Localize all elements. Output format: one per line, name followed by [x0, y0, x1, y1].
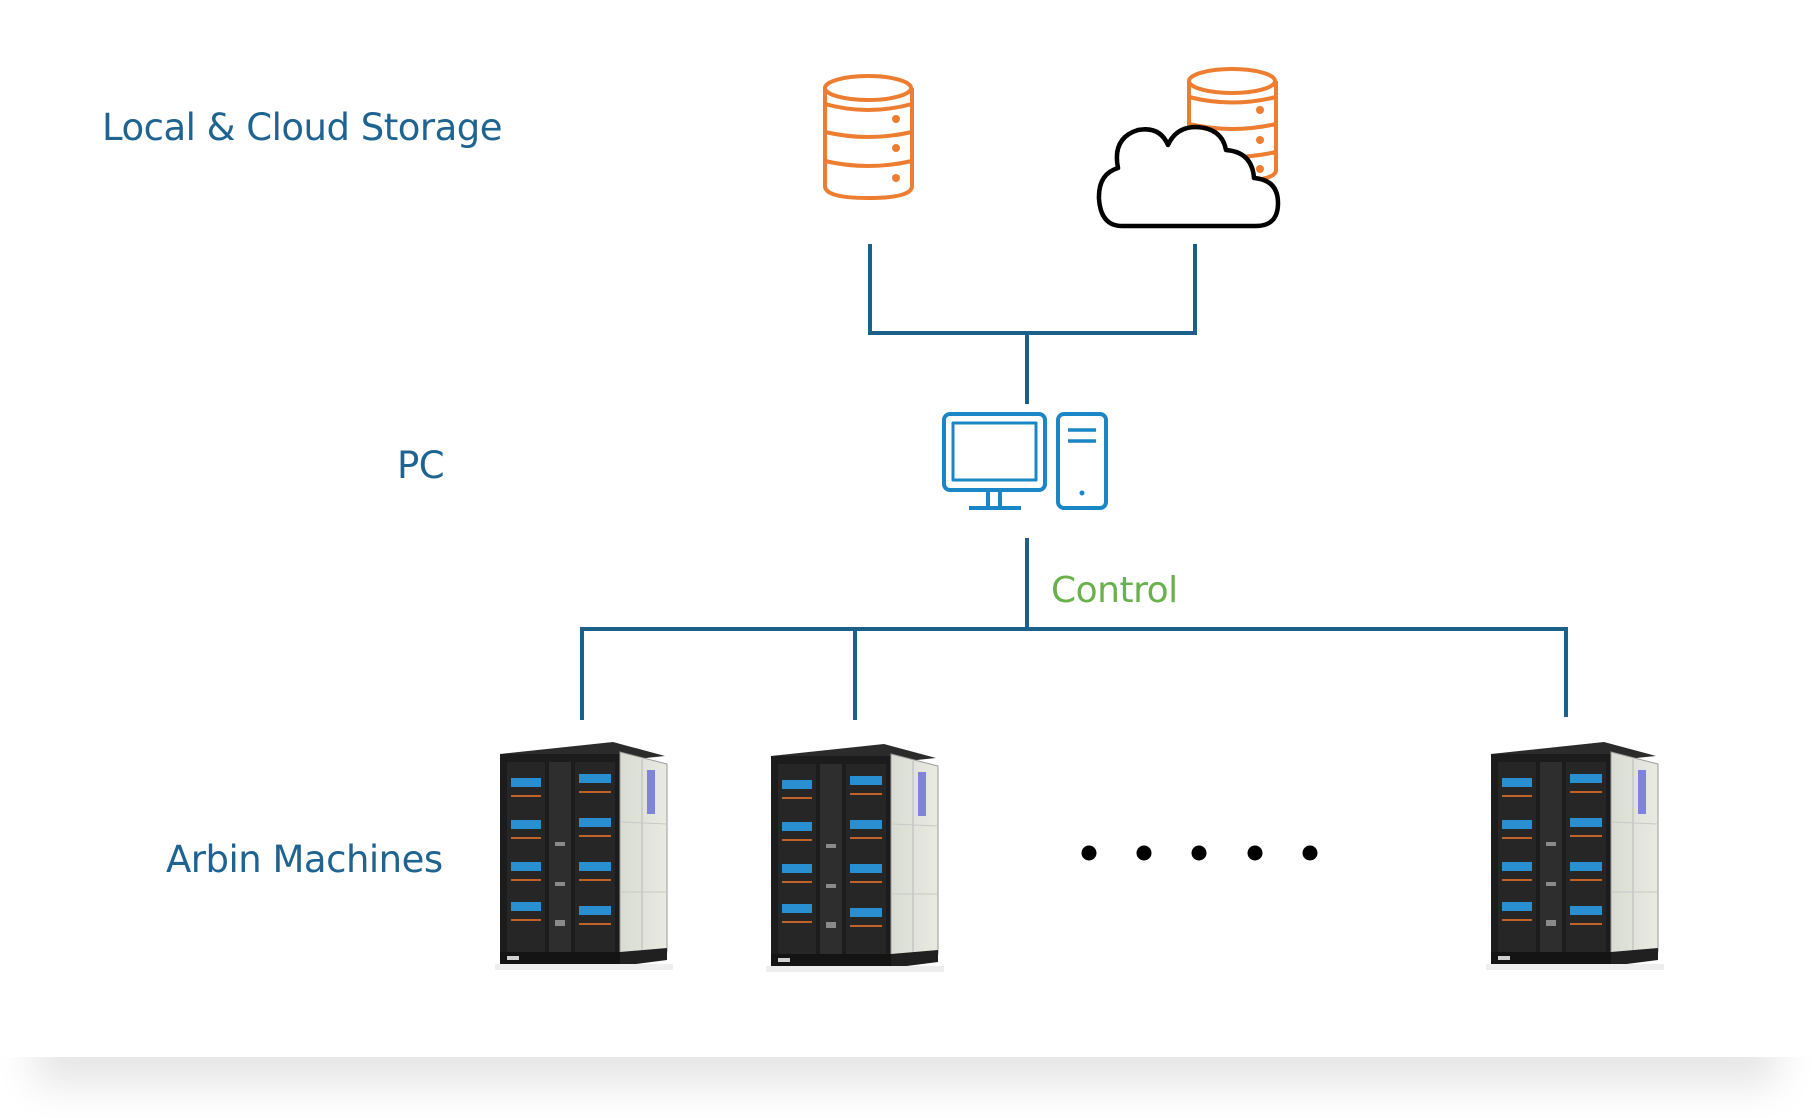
local-storage-link — [868, 244, 1197, 335]
ellipsis-dot — [1302, 845, 1318, 861]
database-icon — [823, 74, 914, 201]
ellipsis-dot — [1081, 845, 1097, 861]
tier-label-machines: Arbin Machines — [166, 838, 443, 881]
tier-label-pc: PC — [397, 444, 445, 487]
arbin-machine-2 — [765, 743, 945, 973]
tier-label-storage: Local & Cloud Storage — [102, 106, 503, 149]
arbin-machine-n — [1485, 741, 1665, 971]
desktop-computer-icon — [942, 412, 1108, 510]
architecture-diagram — [494, 67, 1665, 973]
control-edge-label: Control — [1051, 570, 1178, 611]
ellipsis-dot — [1136, 845, 1152, 861]
ellipsis-dot — [1247, 845, 1263, 861]
arbin-machine-1 — [494, 741, 674, 971]
ellipsis-dot — [1191, 845, 1207, 861]
cloud-database-icon — [1096, 67, 1281, 229]
ellipsis-more-machines — [1081, 845, 1318, 861]
storage-connector — [868, 244, 1197, 404]
control-connector — [580, 538, 1568, 720]
machine-bus — [580, 627, 1568, 720]
